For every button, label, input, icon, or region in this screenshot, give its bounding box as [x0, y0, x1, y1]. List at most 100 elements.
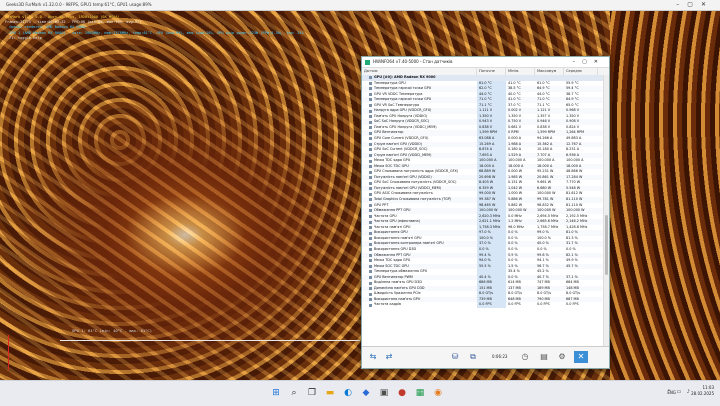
sensor-icon — [369, 287, 372, 291]
sensor-icon — [369, 176, 372, 180]
sensor-icon — [369, 170, 372, 174]
hwinfo-title-bar[interactable]: HWiNFO64 v7.40-5000 - Стан датчиків –▢✕ — [362, 57, 609, 68]
app-icon-2[interactable]: ● — [396, 387, 408, 399]
sensor-name: GPU Core Current (VDDCR_GFX) — [374, 136, 429, 141]
sensor-name: Частота пам'яті GPU — [374, 224, 411, 229]
sensor-icon — [369, 165, 372, 169]
close-sensors-icon[interactable]: ✕ — [574, 351, 588, 363]
sensor-name: Потужність пам'яті GPU (VDDIO) — [374, 174, 432, 179]
window-controls[interactable]: –▢✕ — [676, 0, 714, 10]
sensor-name: Струм пам'яті GPU (VDDCI_MEM) — [374, 152, 432, 157]
sensor-name: Частота GPU (ефективна) — [374, 219, 420, 224]
sensor-icon — [369, 214, 372, 218]
sensor-name: Обмеження PPT GPU — [374, 208, 411, 213]
sensor-icon — [369, 92, 372, 96]
sensor-name: Використання пам'яті GPU — [374, 235, 422, 240]
temperature-graph-line — [60, 340, 360, 341]
sensor-icon — [369, 153, 372, 157]
report-icon[interactable]: ▤ — [538, 351, 550, 363]
hwinfo-title: HWiNFO64 v7.40-5000 - Стан датчиків — [373, 59, 453, 64]
sensor-name: GPU ASIC Споживана потужність — [374, 191, 433, 196]
sensor-name: Виділена пам'ять GPU D3D — [374, 280, 422, 285]
sensor-avg: 0.0 FPS — [566, 302, 579, 307]
edge-icon[interactable]: ◐ — [342, 387, 354, 399]
sensor-name: Температура обмеження GPU — [374, 269, 428, 274]
sensor-icon — [369, 198, 372, 202]
taskbar: ⊞ ⌕ ❐ ▬ ◐ ◆ ▣ ● ▦ ◉ ⌃ ▭ ♪ ENG 11:03 28.0… — [0, 380, 720, 406]
search-icon[interactable]: ⌕ — [288, 387, 300, 399]
col-current[interactable]: Поточне — [477, 68, 506, 75]
sensor-icon — [369, 104, 372, 108]
sensor-icon — [369, 226, 372, 230]
sensor-icon — [369, 242, 372, 246]
sensor-icon — [369, 248, 372, 252]
nav-right-icon[interactable]: ⇄ — [382, 351, 396, 363]
sensor-scrollbar[interactable] — [603, 75, 609, 347]
settings-icon[interactable]: ⚙ — [556, 351, 568, 363]
sensor-icon — [369, 115, 372, 119]
sensor-icon — [369, 270, 372, 274]
sensor-min: 0.0 FPS — [508, 302, 521, 307]
col-sensor[interactable]: Датчик — [362, 68, 477, 75]
sensor-name: Потужність пам'яті GPU (VDDCI_MEM) — [374, 185, 442, 190]
clock[interactable]: 11:03 28.02.2025 — [691, 385, 714, 397]
app-icon-1[interactable]: ▣ — [378, 387, 390, 399]
sensor-icon — [369, 192, 372, 196]
clock-icon[interactable]: ◷ — [519, 351, 531, 363]
furmark-osd: FurMark v1.32.0.0 - Burn-in test, 1920x1… — [5, 15, 304, 41]
network-icon[interactable]: ⛁ — [448, 351, 462, 363]
furmark-title-bar[interactable]: Geeks3D FurMark v1.32.0.0 - 98FPS, GPU1 … — [0, 0, 720, 11]
sensor-icon — [369, 120, 372, 124]
scrollbar-thumb[interactable] — [605, 215, 608, 275]
sensor-name: Total Graphics Споживана потужність (TGP… — [374, 197, 452, 202]
sensor-name: GPU SoC Current (VDDCR_SOC) — [374, 147, 428, 152]
furmark-title: Geeks3D FurMark v1.32.0.0 - 98FPS, GPU1 … — [6, 2, 152, 7]
sensor-icon — [369, 298, 372, 302]
sensor-group-label: GPU [#0]: AMD Radeon RX 9000 — [374, 75, 436, 79]
furmark-taskbar-icon[interactable]: ◉ — [432, 387, 444, 399]
store-icon[interactable]: ◆ — [360, 387, 372, 399]
nav-left-icon[interactable]: ⇆ — [366, 351, 380, 363]
sensor-icon — [369, 237, 372, 241]
hwinfo-window-controls[interactable]: –▢✕ — [573, 57, 605, 67]
sensor-row[interactable]: Частота кадрів 0.0 FPS 0.0 FPS 0.0 FPS 0.0 F… — [362, 302, 603, 308]
sensor-name: Обмеження PPT GPU — [374, 252, 411, 257]
start-icon[interactable]: ⊞ — [270, 387, 282, 399]
sensor-icon — [369, 181, 372, 185]
sensor-name: Струм пам'яті GPU (VDDIO) — [374, 141, 423, 146]
sensor-name: Пам'ять GPU Напруга (VDDIO) — [374, 113, 428, 118]
col-min[interactable]: Мінім. — [506, 68, 535, 75]
sensor-icon — [369, 209, 372, 213]
sensor-name: Динамічна пам'ять GPU D3D — [374, 285, 425, 290]
sensor-icon — [369, 142, 372, 146]
hwinfo-taskbar-icon[interactable]: ▦ — [414, 387, 426, 399]
sensor-icon — [369, 264, 372, 268]
col-avg[interactable]: Середнє — [564, 68, 598, 75]
hwinfo-app-icon — [365, 59, 370, 65]
osd-line-5: - F1: toggle help — [5, 35, 42, 40]
hwinfo-window[interactable]: HWiNFO64 v7.40-5000 - Стан датчиків –▢✕ … — [361, 56, 610, 369]
sensor-max: 0.0 FPS — [537, 302, 550, 307]
sensor-name: Температура гарячої точки GPU — [374, 86, 432, 91]
gpu-group-icon — [369, 76, 372, 80]
sensor-name: Використана пам'ять GPU — [374, 296, 421, 301]
sensor-icon — [369, 126, 372, 130]
sensor-icon — [369, 281, 372, 285]
sensor-name: Використання GPU D3D — [374, 246, 417, 251]
sensor-name: Межа TDC ядра GPU — [374, 258, 411, 263]
sensor-icon — [369, 203, 372, 207]
sensor-icon — [369, 159, 372, 163]
layout-icon[interactable]: ⧉ — [466, 351, 480, 363]
language-indicator[interactable]: ENG — [667, 390, 676, 395]
sensor-table[interactable]: GPU [#0]: AMD Radeon RX 9000 Температура… — [362, 75, 603, 347]
sensor-icon — [369, 303, 372, 307]
col-max[interactable]: Максимум — [535, 68, 564, 75]
sensor-name: GPU Споживана потужність ядра (VDDCR_GFX… — [374, 169, 459, 174]
sensor-name: Межа SOC TDC GPU — [374, 163, 409, 168]
sensor-name: Температура GPU — [374, 80, 406, 85]
file-explorer-icon[interactable]: ▬ — [324, 387, 336, 399]
task-view-icon[interactable]: ❐ — [306, 387, 318, 399]
furmark-render-right — [610, 0, 720, 380]
sensor-icon — [369, 109, 372, 113]
sensor-name: GPU VR SoC Температура — [374, 102, 420, 107]
